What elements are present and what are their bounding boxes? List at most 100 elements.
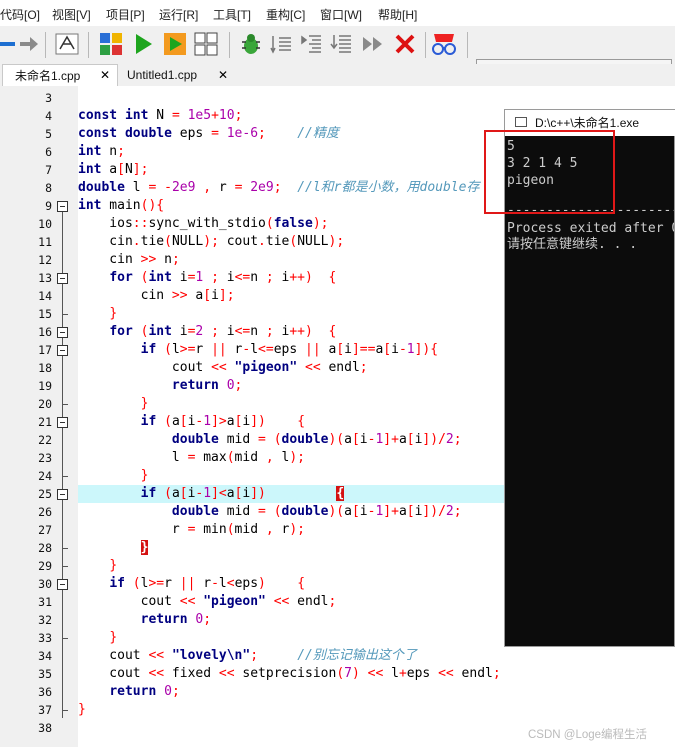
line-gutter: 3 4 5 6 7 8 9 10 11 12 13 14 15 16 17 18… [0,86,78,747]
code-line: cout << "lovely\n"; //别忘记输出这个了 [78,648,417,663]
step-over-icon[interactable] [298,31,324,57]
code-comment: //别忘记输出这个了 [297,648,417,663]
toolbar-separator [45,32,46,58]
line-number: 16 [38,325,52,339]
string-literal: "pigeon" [203,594,266,609]
line-number: 9 [45,199,52,213]
fold-end [62,548,68,549]
format-icon[interactable] [54,31,80,57]
rebuild-shape [194,32,218,56]
menu-bar: 代码[O] 视图[V] 项目[P] 运行[R] 工具[T] 重构[C] 窗口[W… [0,0,675,26]
line-number: 4 [45,109,52,123]
line-number: 35 [38,667,52,681]
fold-end [62,566,68,567]
line-number: 5 [45,127,52,141]
line-number: 8 [45,181,52,195]
compile-run-icon[interactable] [162,31,188,57]
fold-toggle-icon[interactable] [57,273,68,284]
toolbar-separator [88,32,89,58]
line-number: 33 [38,631,52,645]
tab-untitled1[interactable]: Untitled1.cpp [118,64,234,86]
watermark: CSDN @Loge编程生活 [528,729,648,741]
line-number: 36 [38,685,52,699]
console-line: 请按任意键继续. . . [507,237,638,252]
line-number: 10 [38,217,52,231]
fold-toggle-icon[interactable] [57,345,68,356]
line-number: 25 [38,487,52,501]
fold-toggle-icon[interactable] [57,417,68,428]
annotation-highlight-box [484,130,615,214]
line-number: 19 [38,379,52,393]
fold-toggle-icon[interactable] [57,327,68,338]
line-number: 34 [38,649,52,663]
code-comment: //精度 [297,126,339,141]
line-number: 26 [38,505,52,519]
close-icon[interactable]: ✕ [218,68,228,82]
menu-view[interactable]: 视图[V] [52,6,91,23]
profile-icon[interactable] [431,31,457,57]
string-literal: "lovely\n" [171,648,251,663]
debug-bug-icon[interactable] [238,31,264,57]
toolbar-separator [425,32,426,58]
line-number: 12 [38,253,52,267]
line-number: 30 [38,577,52,591]
line-number: 11 [38,235,52,249]
profile-shape [432,34,456,55]
rebuild-icon[interactable] [193,31,219,57]
toolbar-separator [467,32,468,58]
compile-run-shape [164,33,186,55]
forward-arrow-shape [20,37,38,51]
stop-shape [395,34,415,54]
line-number: 31 [38,595,52,609]
menu-run[interactable]: 运行[R] [159,6,198,23]
code-line: } [78,702,86,717]
forward-arrow-icon[interactable] [16,31,42,57]
step-into-shape [330,35,351,53]
line-number: 21 [38,415,52,429]
fold-end [62,476,68,477]
fold-toggle-icon[interactable] [57,489,68,500]
line-number: 15 [38,307,52,321]
line-number: 7 [45,163,52,177]
line-number: 17 [38,343,52,357]
run-shape [136,34,152,54]
step-over-shape [301,35,321,53]
menu-code[interactable]: 代码[O] [0,6,40,23]
line-number: 20 [38,397,52,411]
menu-project[interactable]: 项目[P] [106,6,145,23]
line-number: 37 [38,703,52,717]
fold-toggle-icon[interactable] [57,579,68,590]
continue-icon[interactable] [360,31,386,57]
menu-help[interactable]: 帮助[H] [378,6,417,23]
step-into-icon[interactable] [328,31,354,57]
string-literal: "pigeon" [234,360,298,375]
line-number: 3 [45,91,52,105]
close-icon[interactable]: ✕ [100,68,110,82]
run-icon[interactable] [130,31,156,57]
debug-bug-shape [242,34,260,54]
stop-icon[interactable] [392,31,418,57]
compile-shape [100,33,122,55]
menu-window[interactable]: 窗口[W] [320,6,362,23]
line-number: 24 [38,469,52,483]
fold-line [62,212,63,718]
file-tab-bar: 未命名1.cpp ✕ Untitled1.cpp ✕ [0,64,675,87]
tab-label: 未命名1.cpp [15,69,81,83]
add-watch-icon[interactable] [268,31,294,57]
line-number: 14 [38,289,52,303]
menu-tools[interactable]: 工具[T] [213,6,251,23]
fold-end [62,710,68,711]
line-number: 6 [45,145,52,159]
line-number: 32 [38,613,52,627]
fold-end [62,638,68,639]
menu-refactor[interactable]: 重构[C] [266,6,305,23]
toolbar: MinGW GCC 9.2.0 32-bit Debug [0,26,675,81]
fold-toggle-icon[interactable] [57,201,68,212]
line-number: 29 [38,559,52,573]
line-number: 23 [38,451,52,465]
line-number: 27 [38,523,52,537]
line-number: 28 [38,541,52,555]
compile-icon[interactable] [98,31,124,57]
fold-end [62,314,68,315]
toolbar-separator [229,32,230,58]
